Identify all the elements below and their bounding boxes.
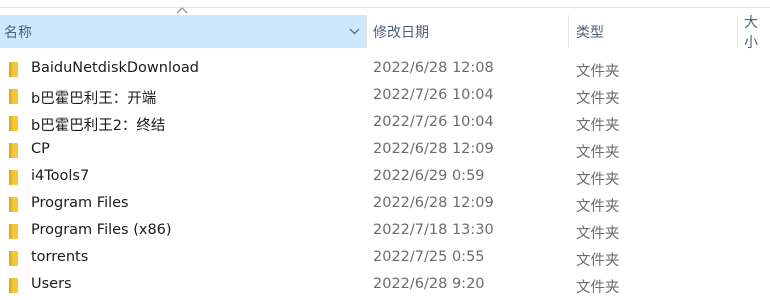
file-type: 文件夹	[576, 199, 620, 215]
column-header-type-label: 类型	[576, 24, 604, 41]
column-header-bar: 名称 修改日期 类型 大小	[0, 7, 770, 51]
column-header-name[interactable]: 名称	[0, 7, 366, 48]
file-modified-date: 2022/6/28 12:08	[373, 60, 494, 76]
file-type: 文件夹	[576, 64, 620, 80]
file-name: CP	[31, 141, 50, 157]
file-modified-date: 2022/6/28 9:20	[373, 276, 485, 292]
file-modified-date: 2022/6/28 12:09	[373, 141, 494, 157]
file-modified-date: 2022/7/18 13:30	[373, 222, 494, 238]
file-type: 文件夹	[576, 145, 620, 161]
file-type: 文件夹	[576, 91, 620, 107]
file-row[interactable]: i4Tools7 2022/6/29 0:59 文件夹	[0, 165, 770, 192]
column-header-name-label: 名称	[4, 24, 32, 41]
file-modified-date: 2022/7/26 10:04	[373, 114, 494, 130]
file-row[interactable]: torrents 2022/7/25 0:55 文件夹	[0, 246, 770, 273]
file-row[interactable]: Program Files 2022/6/28 12:09 文件夹	[0, 192, 770, 219]
folder-icon	[9, 116, 18, 131]
file-type: 文件夹	[576, 226, 620, 242]
folder-icon	[9, 224, 18, 239]
file-row[interactable]: Users 2022/6/28 9:20 文件夹	[0, 273, 770, 300]
folder-icon	[9, 197, 18, 212]
file-name: b巴霍巴利王：开端	[31, 91, 157, 107]
file-type: 文件夹	[576, 172, 620, 188]
column-header-type[interactable]: 类型	[569, 15, 737, 48]
chevron-down-icon[interactable]	[349, 27, 360, 35]
file-modified-date: 2022/6/29 0:59	[373, 168, 485, 184]
file-row[interactable]: BaiduNetdiskDownload 2022/6/28 12:08 文件夹	[0, 57, 770, 84]
file-modified-date: 2022/6/28 12:09	[373, 195, 494, 211]
folder-icon	[9, 143, 18, 158]
file-name: i4Tools7	[31, 168, 90, 184]
column-header-date-label: 修改日期	[373, 24, 429, 41]
folder-icon	[9, 251, 18, 266]
file-type: 文件夹	[576, 253, 620, 269]
file-name: Program Files	[31, 195, 129, 211]
file-modified-date: 2022/7/26 10:04	[373, 87, 494, 103]
file-name: Program Files (x86)	[31, 222, 172, 238]
file-type: 文件夹	[576, 118, 620, 134]
file-row[interactable]: CP 2022/6/28 12:09 文件夹	[0, 138, 770, 165]
folder-icon	[9, 170, 18, 185]
column-header-date[interactable]: 修改日期	[367, 15, 568, 48]
file-type: 文件夹	[576, 280, 620, 296]
column-header-size-label: 大小	[744, 14, 758, 51]
file-name: b巴霍巴利王2：终结	[31, 118, 166, 134]
sort-up-chevron-icon	[176, 7, 188, 14]
column-header-size[interactable]: 大小	[738, 15, 770, 51]
file-name: torrents	[31, 249, 89, 265]
folder-icon	[9, 62, 18, 77]
file-name: BaiduNetdiskDownload	[31, 60, 199, 76]
folder-icon	[9, 278, 18, 293]
file-row[interactable]: Program Files (x86) 2022/7/18 13:30 文件夹	[0, 219, 770, 246]
file-row[interactable]: b巴霍巴利王：开端 2022/7/26 10:04 文件夹	[0, 84, 770, 111]
file-list: BaiduNetdiskDownload 2022/6/28 12:08 文件夹 b巴…	[0, 57, 770, 300]
top-divider	[0, 7, 770, 8]
file-modified-date: 2022/7/25 0:55	[373, 249, 485, 265]
file-name: Users	[31, 276, 72, 292]
file-row[interactable]: b巴霍巴利王2：终结 2022/7/26 10:04 文件夹	[0, 111, 770, 138]
folder-icon	[9, 89, 18, 104]
